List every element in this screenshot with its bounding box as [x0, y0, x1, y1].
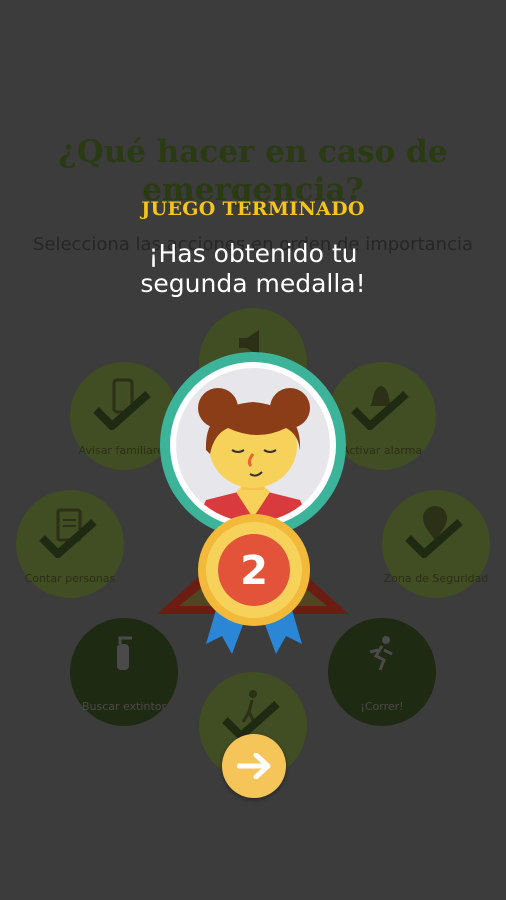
- action-correr: ¡Correr!: [328, 618, 436, 726]
- checkmark-icon: [405, 519, 463, 558]
- running-person-icon: [369, 636, 393, 671]
- action-buscar-extintor: Buscar extintor: [70, 618, 178, 726]
- medal-message-line2: segunda medalla!: [140, 269, 366, 298]
- fire-extinguisher-icon: [117, 636, 132, 670]
- action-zona-seguridad: Zona de Seguridad: [382, 490, 490, 598]
- medal-message-line1: ¡Has obtenido tu: [148, 239, 358, 268]
- medal-message: ¡Has obtenido tu segunda medalla!: [0, 239, 506, 299]
- medal-number: 2: [240, 548, 268, 594]
- medal-number-badge: 2: [198, 514, 310, 654]
- checkmark-icon: [351, 391, 409, 430]
- checkmark-icon: [93, 391, 151, 430]
- next-button[interactable]: [222, 734, 286, 798]
- game-over-title: JUEGO TERMINADO: [141, 198, 365, 220]
- checkmark-icon: [39, 519, 97, 558]
- action-contar-personas: Contar personas: [16, 490, 124, 598]
- arrow-right-icon: [237, 753, 271, 779]
